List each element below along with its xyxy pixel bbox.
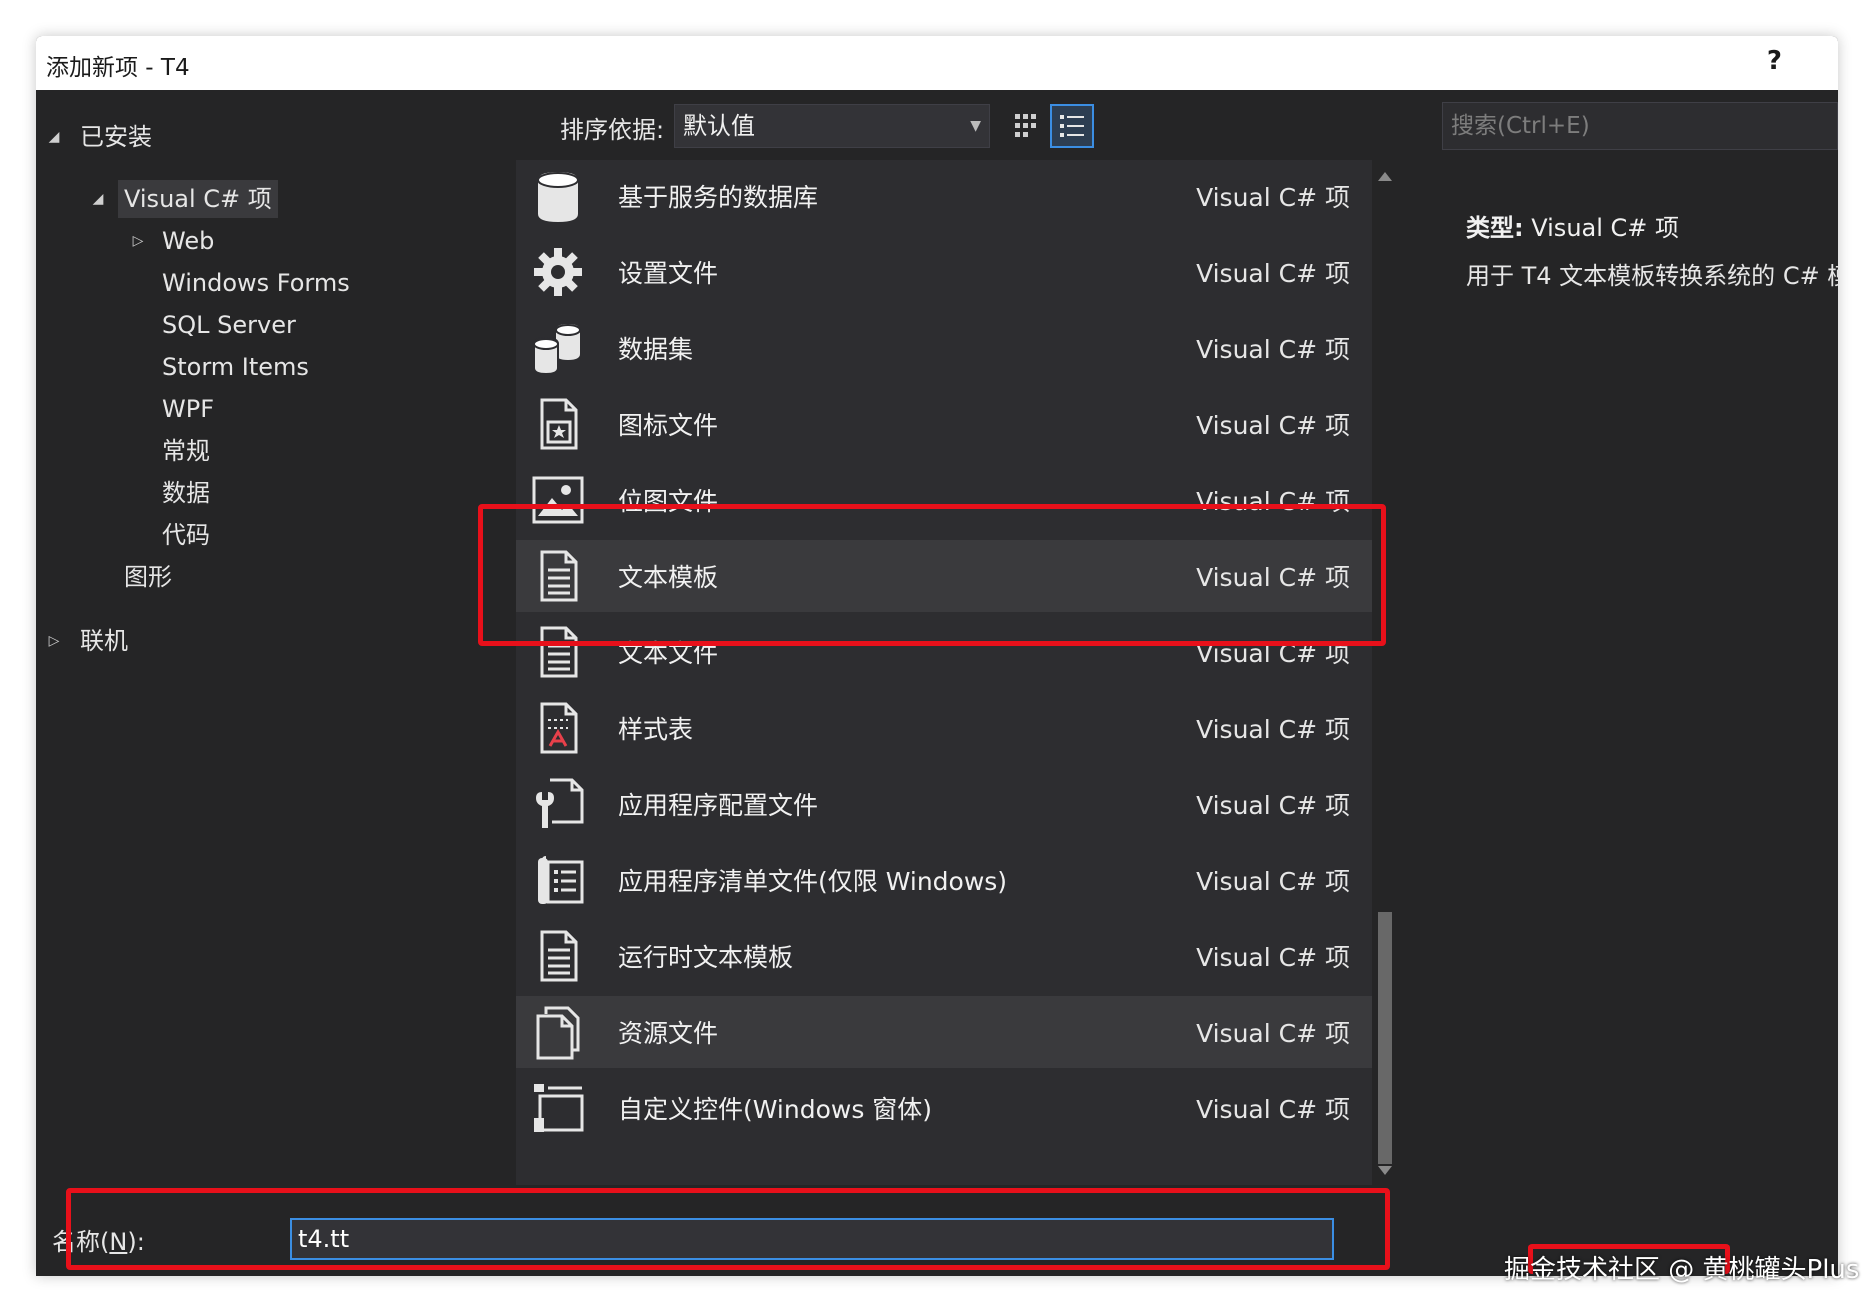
help-button[interactable]: ? xyxy=(1767,46,1782,76)
list-item-hover[interactable]: 资源文件 Visual C# 项 xyxy=(516,996,1372,1068)
list-item[interactable]: 样式表 Visual C# 项 xyxy=(516,692,1372,764)
collapsed-arrow-icon[interactable]: ▷ xyxy=(44,622,64,660)
category-tree: ◢ 已安装 ◢ Visual C# 项 ▷ Web Windows Forms … xyxy=(36,90,516,1206)
list-item[interactable]: 应用程序配置文件 Visual C# 项 xyxy=(516,768,1372,840)
database-icon xyxy=(537,172,579,222)
text-document-icon xyxy=(540,930,578,982)
template-description: 用于 T4 文本模板转换系统的 C# 模板 xyxy=(1466,262,1838,290)
collapsed-arrow-icon[interactable]: ▷ xyxy=(128,222,148,260)
text-document-icon xyxy=(540,626,578,678)
manifest-icon xyxy=(538,856,584,904)
window-title: 添加新项 - T4 xyxy=(46,55,190,81)
stylesheet-icon xyxy=(540,702,578,754)
details-pane: 搜索(Ctrl+E) 类型: Visual C# 项 用于 T4 文本模板转换系… xyxy=(1436,90,1838,1206)
scroll-up-icon[interactable] xyxy=(1378,172,1392,181)
list-item[interactable]: 基于服务的数据库 Visual C# 项 xyxy=(516,160,1372,232)
list-item[interactable]: 图标文件 Visual C# 项 xyxy=(516,388,1372,460)
list-item[interactable]: 运行时文本模板 Visual C# 项 xyxy=(516,920,1372,992)
list-item[interactable]: 位图文件 Visual C# 项 xyxy=(516,464,1372,536)
search-input[interactable]: 搜索(Ctrl+E) xyxy=(1442,102,1838,150)
template-list-pane: 排序依据: 默认值 ▼ 基于服务的数据库 Visual C# 项 设置文件 Vi… xyxy=(516,90,1436,1206)
list-item-selected[interactable]: 文本模板 Visual C# 项 xyxy=(516,540,1372,612)
add-new-item-dialog: 添加新项 - T4 ? ◢ 已安装 ◢ Visual C# 项 ▷ Web Wi… xyxy=(36,36,1838,1276)
type-line: 类型: Visual C# 项 xyxy=(1466,208,1679,243)
custom-control-icon xyxy=(534,1084,584,1132)
dropdown-arrow-icon: ▼ xyxy=(970,118,981,134)
list-item[interactable]: 文本文件 Visual C# 项 xyxy=(516,616,1372,688)
name-input[interactable]: t4.tt xyxy=(290,1218,1334,1260)
scroll-down-icon[interactable] xyxy=(1378,1166,1392,1175)
grid-view-icon xyxy=(1015,114,1036,137)
template-list[interactable]: 基于服务的数据库 Visual C# 项 设置文件 Visual C# 项 数据… xyxy=(516,160,1372,1185)
bitmap-icon xyxy=(532,476,584,524)
text-document-icon xyxy=(540,550,578,602)
watermark: 掘金技术社区 @ 黄桃罐头Plus xyxy=(1504,1255,1860,1285)
list-view-icon xyxy=(1060,115,1084,137)
list-item[interactable]: 数据集 Visual C# 项 xyxy=(516,312,1372,384)
type-value: Visual C# 项 xyxy=(1531,214,1680,242)
config-file-icon xyxy=(536,778,584,828)
dataset-icon xyxy=(533,324,581,376)
small-icons-view-button[interactable] xyxy=(1004,104,1048,148)
sort-dropdown[interactable]: 默认值 ▼ xyxy=(674,104,990,148)
vertical-scrollbar[interactable] xyxy=(1372,160,1398,1185)
gear-icon xyxy=(534,248,582,296)
list-item[interactable]: 应用程序清单文件(仅限 Windows) Visual C# 项 xyxy=(516,844,1372,916)
scrollbar-thumb[interactable] xyxy=(1378,912,1392,1164)
name-label: 名称(N): xyxy=(52,1228,145,1256)
expanded-arrow-icon[interactable]: ◢ xyxy=(44,118,64,156)
sort-label: 排序依据: xyxy=(560,116,665,144)
details-view-button[interactable] xyxy=(1050,104,1094,148)
sort-toolbar: 排序依据: 默认值 ▼ xyxy=(516,90,1416,160)
expanded-arrow-icon[interactable]: ◢ xyxy=(88,180,108,218)
list-item[interactable]: 自定义控件(Windows 窗体) Visual C# 项 xyxy=(516,1072,1372,1144)
title-bar: 添加新项 - T4 ? xyxy=(36,36,1838,90)
icon-file-icon xyxy=(540,398,578,450)
resource-file-icon xyxy=(536,1006,580,1060)
type-label: 类型: xyxy=(1466,214,1524,242)
list-item[interactable]: 设置文件 Visual C# 项 xyxy=(516,236,1372,308)
